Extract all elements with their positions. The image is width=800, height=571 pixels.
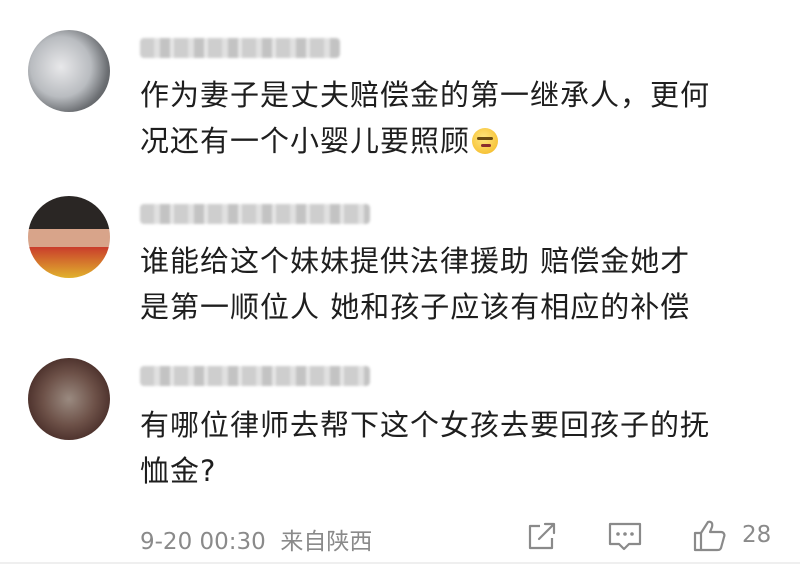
comment-icon[interactable] (605, 518, 645, 554)
grimace-emoji-icon (472, 128, 499, 154)
comment-text-line: 况还有一个小婴儿要照顾 (140, 118, 780, 164)
location: 来自陕西 (280, 529, 373, 555)
avatar[interactable] (28, 358, 110, 440)
avatar[interactable] (28, 196, 110, 278)
timestamp: 9-20 00:30 (140, 529, 266, 555)
username-blurred[interactable] (140, 366, 370, 386)
comment-footer: 9-20 00:30 来自陕西 28 (0, 512, 800, 562)
comment-text: 有哪位律师去帮下这个女孩去要回孩子的抚 恤金? (140, 402, 780, 494)
like-count: 28 (742, 522, 772, 548)
comment-text-line: 恤金? (140, 454, 217, 488)
avatar[interactable] (28, 30, 110, 112)
comment-text-line: 作为妻子是丈夫赔偿金的第一继承人，更何 (140, 78, 711, 112)
username-blurred[interactable] (140, 38, 340, 58)
comment-text-line: 有哪位律师去帮下这个女孩去要回孩子的抚 (140, 408, 711, 442)
comment-text: 作为妻子是丈夫赔偿金的第一继承人，更何 况还有一个小婴儿要照顾 (140, 72, 780, 164)
comment-text: 谁能给这个妹妹提供法律援助 赔偿金她才 是第一顺位人 她和孩子应该有相应的补偿 (140, 238, 780, 330)
comment-meta: 9-20 00:30 来自陕西 (140, 522, 372, 556)
comment-text-line: 谁能给这个妹妹提供法律援助 赔偿金她才 (140, 244, 691, 278)
divider (0, 562, 800, 564)
comment-text-line: 是第一顺位人 她和孩子应该有相应的补偿 (140, 290, 691, 324)
username-blurred[interactable] (140, 204, 370, 224)
thumbs-up-icon[interactable] (690, 518, 730, 554)
share-icon[interactable] (524, 518, 560, 554)
